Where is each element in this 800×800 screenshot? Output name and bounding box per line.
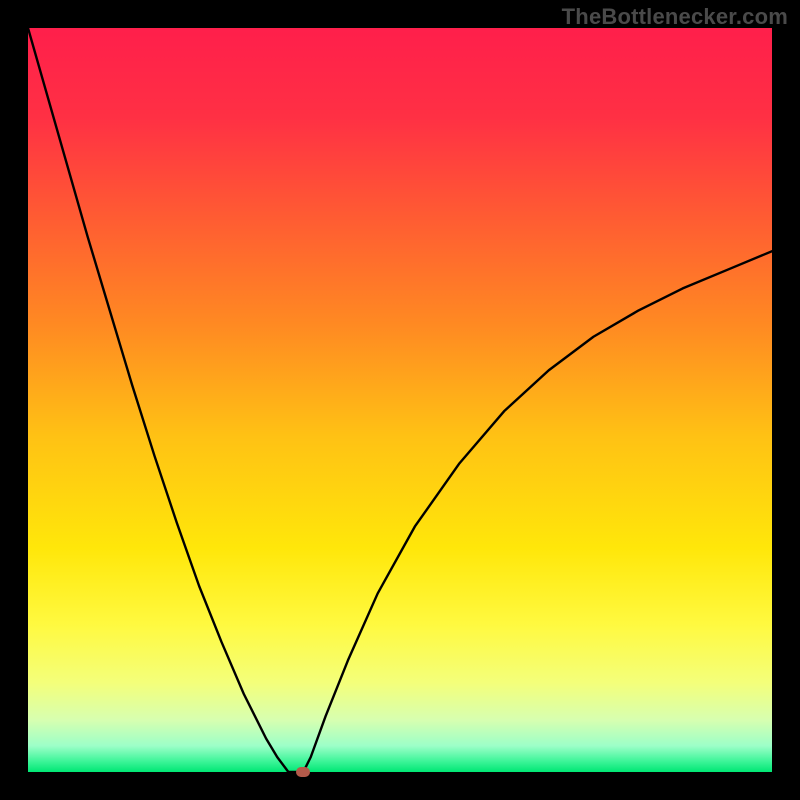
- optimum-marker: [296, 767, 310, 777]
- watermark-text: TheBottlenecker.com: [562, 4, 788, 30]
- plot-area: [28, 28, 772, 772]
- gradient-background: [28, 28, 772, 772]
- bottleneck-curve-chart: [28, 28, 772, 772]
- chart-frame: TheBottlenecker.com: [0, 0, 800, 800]
